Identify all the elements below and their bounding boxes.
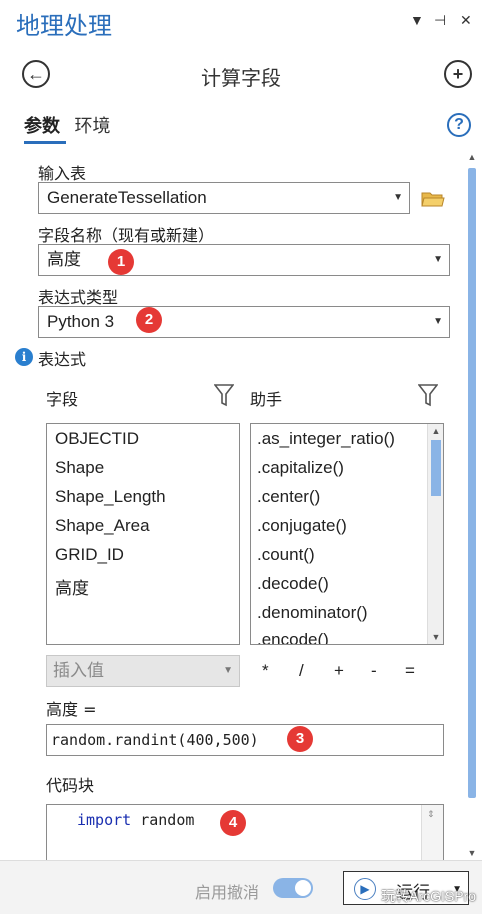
pane-titlebar: 地理处理 ▼ ⊣ ✕ — [0, 0, 482, 44]
annotation-badge-4: 4 — [220, 810, 246, 836]
list-item[interactable]: Shape_Area — [55, 516, 150, 536]
list-item[interactable]: Shape_Length — [55, 487, 166, 507]
helpers-scrollbar[interactable]: ▲ ▼ — [427, 424, 443, 644]
scroll-up-icon[interactable]: ▲ — [428, 426, 443, 436]
expression-type-combo[interactable]: Python 3 ▼ — [38, 306, 450, 338]
field-name-combo[interactable]: 高度 ▼ — [38, 244, 450, 276]
dropdown-arrow-icon: ▼ — [393, 192, 403, 203]
list-item[interactable]: .center() — [257, 487, 320, 507]
tool-title: 计算字段 — [201, 66, 281, 90]
annotation-badge-2: 2 — [136, 307, 162, 333]
pane-title: 地理处理 — [16, 12, 112, 40]
active-tab-indicator — [24, 141, 66, 144]
list-item[interactable]: .count() — [257, 545, 315, 565]
pane-menu-icon[interactable]: ▼ — [410, 12, 424, 28]
list-item[interactable]: .capitalize() — [257, 458, 344, 478]
list-item[interactable]: .conjugate() — [257, 516, 347, 536]
filter-fields-icon[interactable] — [214, 383, 234, 407]
code-text: random — [131, 811, 195, 829]
expression-type-value: Python 3 — [47, 312, 115, 331]
annotation-badge-1: 1 — [108, 249, 134, 275]
undo-label: 启用撤消 — [195, 885, 260, 902]
list-item[interactable]: 高度 — [55, 574, 89, 599]
operator-multiply-button[interactable]: * — [262, 661, 269, 681]
helpers-header: 助手 — [250, 390, 283, 409]
operator-minus-button[interactable]: - — [371, 661, 377, 681]
filter-helpers-icon[interactable] — [418, 383, 438, 407]
expression-field-label: 高度 = — [46, 700, 97, 719]
annotation-badge-3: 3 — [287, 726, 313, 752]
tab-bar: 参数 环境 — [24, 112, 120, 138]
list-item[interactable]: OBJECTID — [55, 429, 139, 449]
dropdown-arrow-icon: ▼ — [433, 316, 443, 327]
close-icon[interactable]: ✕ — [460, 12, 472, 29]
scrollbar-thumb[interactable] — [431, 440, 441, 496]
tab-environments[interactable]: 环境 — [74, 112, 110, 138]
pane-scrollbar[interactable]: ▲ ▼ — [466, 152, 478, 858]
code-block-label: 代码块 — [46, 776, 95, 795]
code-keyword: import — [77, 811, 132, 829]
scrollbar-thumb[interactable] — [468, 168, 476, 798]
input-table-label: 输入表 — [38, 164, 87, 183]
field-name-label: 字段名称（现有或新建） — [38, 226, 215, 245]
list-item[interactable]: Shape — [55, 458, 104, 478]
helpers-listbox[interactable]: .as_integer_ratio() .capitalize() .cente… — [250, 423, 444, 645]
list-item[interactable]: .encode() — [257, 630, 329, 644]
dropdown-arrow-icon: ▼ — [433, 254, 443, 265]
scroll-down-icon[interactable]: ▼ — [466, 848, 478, 858]
list-item[interactable]: .decode() — [257, 574, 329, 594]
plus-icon: + — [452, 63, 464, 84]
scroll-up-icon[interactable]: ▲ — [466, 152, 478, 162]
field-name-value: 高度 — [47, 250, 81, 269]
info-icon[interactable]: i — [15, 348, 33, 366]
fields-listbox[interactable]: OBJECTID Shape Shape_Length Shape_Area G… — [46, 423, 240, 645]
expression-type-label: 表达式类型 — [38, 288, 119, 307]
help-icon[interactable]: ? — [447, 113, 471, 137]
expression-input[interactable]: random.randint(400,500) — [46, 724, 444, 756]
input-table-value: GenerateTessellation — [47, 188, 207, 207]
expand-icon[interactable]: ⇕ — [427, 809, 435, 820]
dropdown-arrow-icon: ▼ — [223, 665, 233, 676]
pin-icon[interactable]: ⊣ — [434, 12, 446, 29]
expression-label: 表达式 — [38, 350, 87, 369]
list-item[interactable]: GRID_ID — [55, 545, 124, 565]
operator-plus-button[interactable]: + — [334, 661, 344, 681]
toggle-knob — [295, 880, 311, 896]
list-item[interactable]: .denominator() — [257, 603, 368, 623]
list-item[interactable]: .as_integer_ratio() — [257, 429, 395, 449]
run-icon: ▶ — [354, 878, 376, 900]
insert-value-combo[interactable]: 插入值 ▼ — [46, 655, 240, 687]
scroll-down-icon[interactable]: ▼ — [428, 632, 443, 642]
folder-icon[interactable] — [421, 190, 445, 207]
fields-header: 字段 — [46, 390, 79, 409]
watermark: 玩转ArcGISPro — [381, 888, 476, 904]
operator-divide-button[interactable]: / — [299, 661, 304, 681]
tab-parameters[interactable]: 参数 — [24, 112, 60, 138]
add-button[interactable]: + — [444, 60, 472, 88]
operator-equals-button[interactable]: = — [405, 661, 415, 681]
input-table-combo[interactable]: GenerateTessellation ▼ — [38, 182, 410, 214]
insert-value-placeholder: 插入值 — [53, 661, 104, 680]
undo-toggle[interactable] — [273, 878, 313, 898]
footer-bar: 启用撤消 ▶ 运行 ▼ 玩转ArcGISPro — [0, 860, 482, 914]
code-line: import random — [77, 811, 194, 829]
